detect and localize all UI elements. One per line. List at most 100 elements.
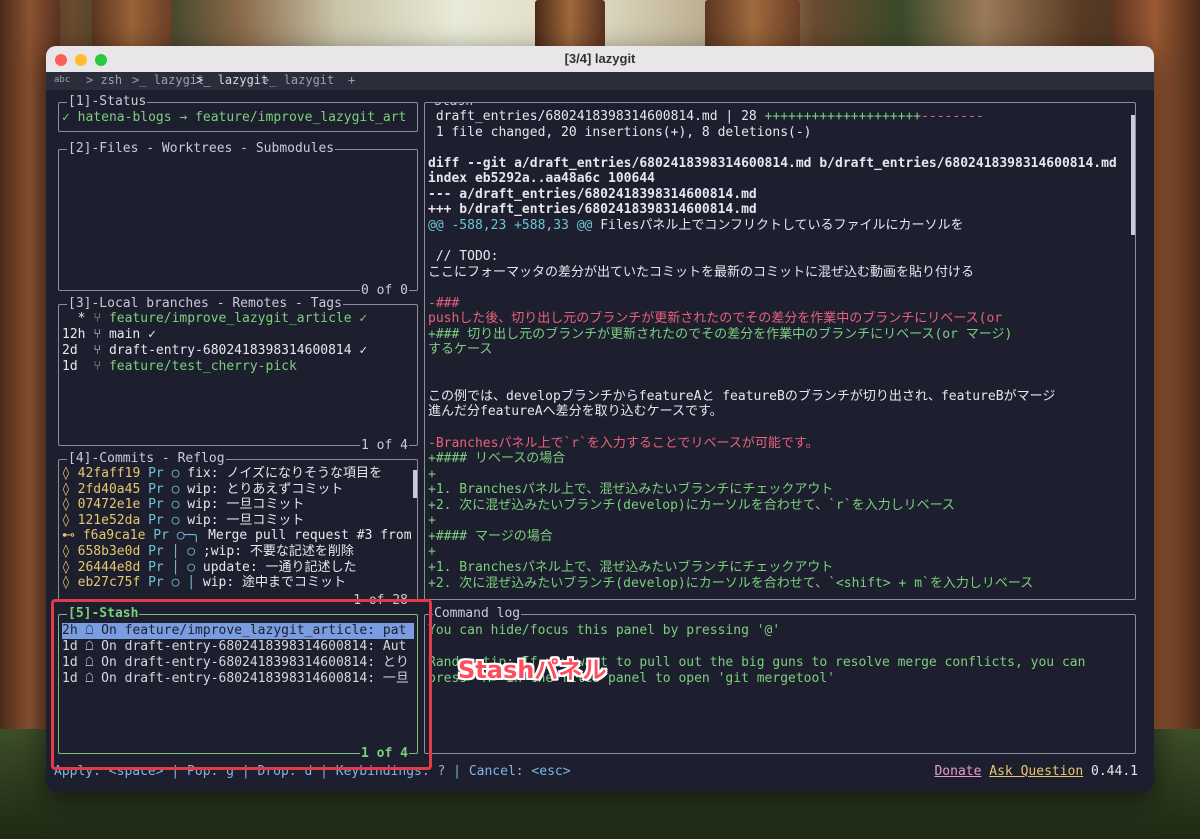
diff-text: draft_entries/6802418398314600814.md | 2… (428, 109, 765, 124)
commit-row[interactable]: ◊ 658b3e0d Pr │ ○ ;wip: 不要な記述を削除 (62, 544, 412, 560)
ask-question-link[interactable]: Ask Question (989, 764, 1083, 779)
branches-panel[interactable]: [3]-Local branches - Remotes - Tags 1 of… (58, 296, 418, 454)
branch-icon: ⑂ (93, 327, 102, 342)
status-panel-title: [1]-Status (67, 94, 148, 110)
commit-graph: ○ (171, 497, 180, 513)
tab-label: lazygit (283, 73, 335, 87)
commit-row[interactable]: ◊ 2fd40a45 Pr ○ wip: とりあえずコミット (62, 482, 412, 498)
branch-row[interactable]: 12h ⑂ main ✓ (62, 327, 156, 343)
tab-lazygit-1[interactable]: >_ lazygit (132, 73, 204, 87)
branch-icon: ⑂ (93, 343, 102, 358)
diff-hunk-context: Filesパネル上でコンフリクトしているファイルにカーソルを (592, 217, 964, 233)
commit-hash: eb27c75f (77, 575, 141, 591)
commit-graph: ○─╮ (176, 528, 201, 544)
diff-line: @@ -588,23 +588,33 @@ Filesパネル上でコンフリクトして… (428, 218, 1128, 234)
branch-row[interactable]: 1d ⑂ feature/test_cherry-pick (62, 359, 297, 375)
commit-message: wip: 一旦コミット (187, 497, 305, 513)
diff-line: +#### マージの場合 (428, 529, 1128, 545)
branches-panel-count: 1 of 4 (360, 438, 409, 454)
branch-age: * (62, 311, 86, 326)
diff-line: ここにフォーマッタの差分が出ていたコミットを最新のコミットに混ぜ込む動画を貼り付… (428, 265, 1128, 281)
title-bar: [3/4] lazygit (46, 46, 1154, 72)
branch-icon: ⑂ (93, 359, 102, 374)
diff-text: -Branchesパネル上で`r`を入力することでリベースが可能です。 (428, 435, 819, 451)
commit-message: fix: ノイズになりそうな項目を (187, 466, 382, 481)
tab-bar: abc > zsh >_ lazygit >_ lazygit >_ lazyg… (46, 72, 1154, 90)
commit-author: Pr (148, 575, 164, 591)
command-log-line: You can hide/focus this panel by pressin… (428, 623, 781, 638)
branch-icon: ⑂ (93, 311, 102, 326)
commit-message: Merge pull request #3 from (208, 528, 412, 544)
commits-panel[interactable]: [4]-Commits - Reflog 1 of 28 ◊ 42faff19 … (58, 451, 418, 609)
branch-row[interactable]: 2d ⑂ draft-entry-6802418398314600814 ✓ (62, 343, 367, 359)
new-tab-button[interactable]: + (348, 73, 355, 87)
diff-text: +2. 次に混ぜ込みたいブランチ(develop)にカーソルを合わせて、`<sh… (428, 575, 1034, 591)
diff-line: + (428, 544, 1128, 560)
diff-text: +2. 次に混ぜ込みたいブランチ(develop)にカーソルを合わせて、`r`を… (428, 497, 955, 513)
input-mode-label: abc (54, 75, 71, 85)
tab-lazygit-3[interactable]: >_ lazygit (262, 73, 334, 87)
diff-text: +### 切り出し元のブランチが更新されたのでその差分を作業中のブランチにリベー… (428, 326, 1013, 342)
files-panel-title: [2]-Files - Worktrees - Submodules (67, 141, 336, 157)
status-line: ✓ hatena-blogs → feature/improve_lazygit… (62, 110, 407, 125)
commit-author: Pr (153, 528, 169, 544)
diff-text: --- a/draft_entries/6802418398314600814.… (428, 186, 757, 202)
highlight-box (51, 599, 432, 770)
commit-hash: 658b3e0d (77, 544, 141, 559)
diff-line: 進んだ分featureAへ差分を取り込むケースです。 (428, 404, 1128, 420)
diff-text: -### (428, 295, 460, 311)
main-diff-panel[interactable]: Stash draft_entries/6802418398314600814.… (424, 102, 1136, 600)
commit-row[interactable]: ◊ 26444e8d Pr │ ○ update: 一通り記述した (62, 560, 412, 576)
commit-row[interactable]: ⊷ f6a9ca1e Pr ○─╮ Merge pull request #3 … (62, 528, 412, 544)
status-panel[interactable]: [1]-Status ✓ hatena-blogs → feature/impr… (58, 94, 418, 132)
commit-status-icon: ⊷ (62, 528, 75, 544)
diff-line: diff --git a/draft_entries/6802418398314… (428, 156, 1128, 172)
branch-name: main ✓ (108, 327, 156, 342)
branch-age: 12h (62, 327, 86, 342)
diff-text: +#### リベースの場合 (428, 451, 566, 467)
branch-name: draft-entry-6802418398314600814 ✓ (108, 343, 368, 358)
tab-zsh[interactable]: > zsh (86, 73, 122, 87)
diff-line: +#### リベースの場合 (428, 451, 1128, 467)
commit-status-icon: ◊ (62, 466, 70, 481)
diff-line: -Branchesパネル上で`r`を入力することでリベースが可能です。 (428, 436, 1128, 452)
commit-hash: 42faff19 (77, 466, 141, 481)
branch-row[interactable]: * ⑂ feature/improve_lazygit_article ✓ (62, 311, 368, 327)
diff-text: するケース (428, 342, 493, 358)
diff-text: +1. Branchesパネル上で、混ぜ込みたいブランチにチェックアウト (428, 482, 834, 498)
diff-text: 1 file changed, 20 insertions(+), 8 dele… (428, 124, 812, 140)
commit-message: wip: 一旦コミット (187, 512, 305, 528)
commit-row[interactable]: ◊ eb27c75f Pr ○ │ wip: 途中までコミット (62, 575, 412, 591)
commits-panel-title: [4]-Commits - Reflog (67, 451, 226, 467)
commit-graph: ○ (171, 481, 180, 497)
commits-scrollbar[interactable] (413, 470, 417, 498)
diff-line: +### 切り出し元のブランチが更新されたのでその差分を作業中のブランチにリベー… (428, 327, 1128, 343)
commit-author: Pr (148, 481, 164, 497)
diff-line: 1 file changed, 20 insertions(+), 8 dele… (428, 125, 1128, 141)
diff-text: この例では、developブランチからfeatureAと featureBのブラ… (428, 388, 1056, 404)
commit-row[interactable]: ◊ 121e52da Pr ○ wip: 一旦コミット (62, 513, 412, 529)
tab-lazygit-2-active[interactable]: >_ lazygit (196, 73, 268, 87)
diff-text: diff --git a/draft_entries/6802418398314… (428, 155, 1117, 171)
donate-link[interactable]: Donate (934, 764, 981, 779)
diff-text: index eb5292a..aa48a6c 100644 (428, 171, 655, 187)
commit-hash: 26444e8d (77, 559, 141, 575)
diff-text: + (428, 466, 436, 482)
commit-row[interactable]: ◊ 07472e1e Pr ○ wip: 一旦コミット (62, 497, 412, 513)
commit-status-icon: ◊ (62, 559, 70, 575)
diff-line: +2. 次に混ぜ込みたいブランチ(develop)にカーソルを合わせて、`<sh… (428, 576, 1128, 592)
diff-line: --- a/draft_entries/6802418398314600814.… (428, 187, 1128, 203)
diff-text: // TODO: (428, 248, 499, 264)
commit-message: wip: 途中までコミット (202, 575, 347, 591)
diff-text: +1. Branchesパネル上で、混ぜ込みたいブランチにチェックアウト (428, 559, 834, 575)
files-panel[interactable]: [2]-Files - Worktrees - Submodules 0 of … (58, 141, 418, 299)
commit-message: wip: とりあえずコミット (187, 481, 344, 497)
commit-author: Pr (148, 512, 164, 528)
commit-row[interactable]: ◊ 42faff19 Pr ○ fix: ノイズになりそうな項目を (62, 466, 412, 482)
diff-text: +++ b/draft_entries/6802418398314600814.… (428, 202, 757, 218)
diff-text: 進んだ分featureAへ差分を取り込むケースです。 (428, 404, 723, 420)
branch-age: 2d (62, 343, 86, 358)
commit-graph: │ ○ (171, 544, 196, 559)
commit-graph: ○ (171, 466, 180, 481)
diff-scrollbar[interactable] (1131, 115, 1135, 235)
